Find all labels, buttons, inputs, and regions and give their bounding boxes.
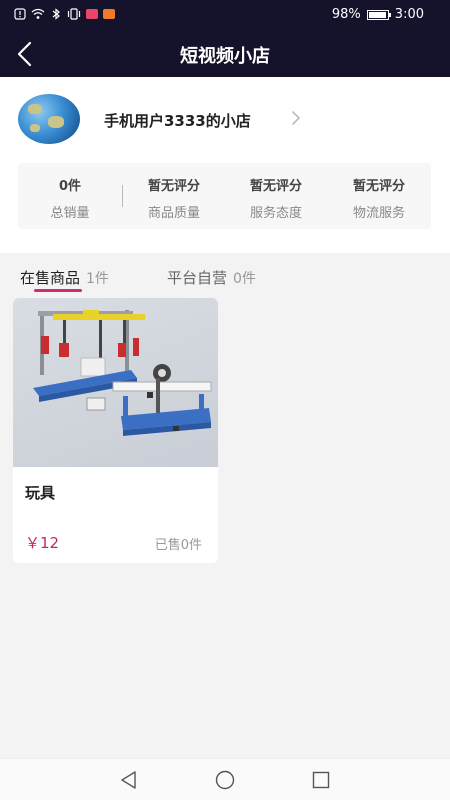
stat-value: 暂无评分	[249, 179, 302, 194]
back-triangle-icon[interactable]	[118, 769, 140, 791]
shop-stats: 0件 总销量 暂无评分 商品质量 暂无评分 服务态度 暂无评分 物流服务	[18, 163, 431, 229]
stat-total-sales: 0件 总销量	[20, 175, 120, 221]
alert-icon	[14, 8, 26, 20]
product-price: ￥12	[25, 534, 60, 552]
stat-value: 暂无评分	[147, 179, 200, 194]
status-icons	[14, 8, 115, 20]
chevron-right-icon[interactable]	[290, 110, 302, 126]
stat-divider	[122, 185, 123, 207]
orange-notification-icon	[103, 9, 115, 19]
red-notification-icon	[86, 9, 98, 19]
tab-count: 1件	[86, 271, 109, 287]
stat-service-attitude: 暂无评分 服务态度	[226, 175, 326, 221]
bluetooth-icon	[52, 8, 60, 20]
stat-label: 商品质量	[147, 206, 200, 221]
recents-square-icon[interactable]	[310, 769, 332, 791]
status-bar: 98% 3:00	[0, 0, 450, 30]
tab-label: 在售商品	[20, 269, 81, 287]
page-title: 短视频小店	[180, 46, 270, 67]
vibrate-icon	[67, 8, 81, 20]
shop-info-card: 手机用户3333的小店 0件 总销量 暂无评分 商品质量 暂无评分 服务态度 暂…	[0, 77, 450, 253]
battery-percent: 98%	[331, 7, 361, 22]
product-name: 玩具	[25, 484, 56, 502]
home-circle-icon[interactable]	[214, 769, 236, 791]
product-image[interactable]	[13, 298, 218, 467]
tab-on-sale[interactable]: 在售商品 1件	[20, 267, 109, 288]
battery-icon	[366, 9, 391, 20]
tab-platform-owned[interactable]: 平台自营 0件	[167, 267, 256, 288]
stat-product-quality: 暂无评分 商品质量	[124, 175, 224, 221]
shop-avatar[interactable]	[18, 94, 80, 144]
stat-value: 0件	[58, 179, 82, 194]
clock: 3:00	[394, 7, 424, 22]
wifi-icon	[31, 8, 45, 19]
nav-bar: 短视频小店	[0, 30, 450, 77]
stat-logistics: 暂无评分 物流服务	[329, 175, 429, 221]
status-right: 98% 3:00	[332, 7, 424, 22]
tab-count: 0件	[233, 271, 256, 287]
shop-name[interactable]: 手机用户3333的小店	[104, 110, 251, 131]
tab-label: 平台自营	[167, 269, 228, 287]
stat-value: 暂无评分	[352, 179, 405, 194]
toy-photo	[33, 310, 212, 436]
stat-label: 服务态度	[249, 206, 302, 221]
product-sold-count: 已售0件	[154, 538, 202, 553]
stat-label: 总销量	[50, 206, 90, 221]
active-tab-indicator	[34, 289, 82, 292]
system-navigation-bar	[0, 758, 450, 800]
stat-label: 物流服务	[352, 206, 405, 221]
product-card[interactable]: 玩具 ￥12 已售0件	[13, 298, 218, 563]
